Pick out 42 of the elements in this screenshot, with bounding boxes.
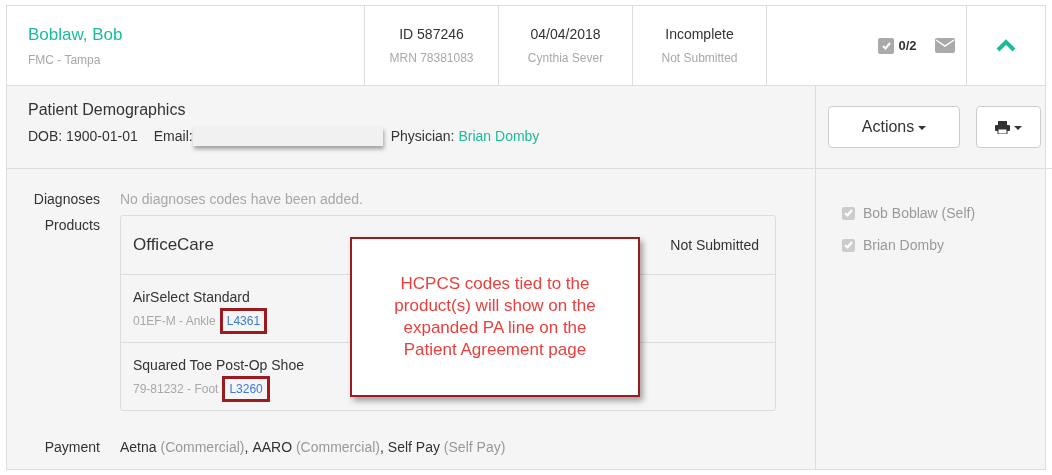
- caret-icon: [918, 125, 927, 130]
- mrn-text: MRN 78381083: [389, 50, 474, 67]
- payer-entry: Self Pay (Self Pay): [387, 438, 506, 457]
- caret-icon: [1014, 125, 1022, 130]
- status-text: Incomplete: [665, 25, 734, 44]
- recipient-name: Bob Boblaw (Self): [863, 203, 976, 223]
- product-name: Squared Toe Post-Op Shoe: [133, 356, 304, 375]
- empty-message: No diagnoses codes have been added.: [120, 190, 363, 209]
- checkbox[interactable]: [842, 206, 855, 220]
- checkbox[interactable]: [842, 238, 855, 252]
- product-meta: 79-81232 - Foot: [133, 381, 219, 398]
- physician-link[interactable]: Brian Domby: [458, 126, 540, 147]
- print-button[interactable]: [976, 106, 1041, 148]
- physician-label: Physician:: [390, 127, 455, 146]
- collapse-icon[interactable]: [996, 39, 1016, 52]
- section-title: Patient Demographics: [28, 100, 187, 120]
- patient-id: ID 587246: [399, 25, 464, 44]
- location-text: FMC - Tampa: [28, 52, 102, 70]
- callout-note: HCPCS codes tied to the product(s) will show on the expanded PA line on the Patient Agreement page: [350, 237, 640, 397]
- envelope-icon[interactable]: [934, 38, 955, 53]
- payer-entry: AARO (Commercial),: [252, 438, 384, 457]
- recipient-name: Brian Domby: [863, 235, 944, 255]
- payment-label: Payment: [43, 438, 101, 457]
- printer-icon: [995, 121, 1010, 135]
- provider-name: Cynthia Sever: [527, 50, 604, 67]
- product-name: AirSelect Standard: [133, 288, 250, 307]
- hcpcs-code[interactable]: L4361: [219, 308, 268, 334]
- product-meta: 01EF-M - Ankle: [133, 313, 216, 330]
- product-status: Not Submitted: [670, 235, 759, 255]
- product-group-title: OfficeCare: [133, 234, 214, 257]
- email-label: Email:: [153, 127, 193, 146]
- diagnoses-label: Diagnoses: [32, 190, 101, 209]
- patient-name[interactable]: Boblaw, Bob: [28, 21, 364, 48]
- products-label: Products: [43, 216, 101, 235]
- date-text: 04/04/2018: [530, 25, 601, 44]
- hcpcs-code[interactable]: L3260: [222, 376, 270, 402]
- dob-text: DOB: 1900-01-01: [28, 127, 138, 146]
- submission-status: Not Submitted: [661, 50, 738, 67]
- checkbox-icon: [878, 37, 895, 54]
- actions-button[interactable]: Actions: [828, 106, 960, 148]
- payer-entry: Aetna (Commercial),: [120, 438, 249, 457]
- task-counter[interactable]: 0/2: [878, 35, 917, 56]
